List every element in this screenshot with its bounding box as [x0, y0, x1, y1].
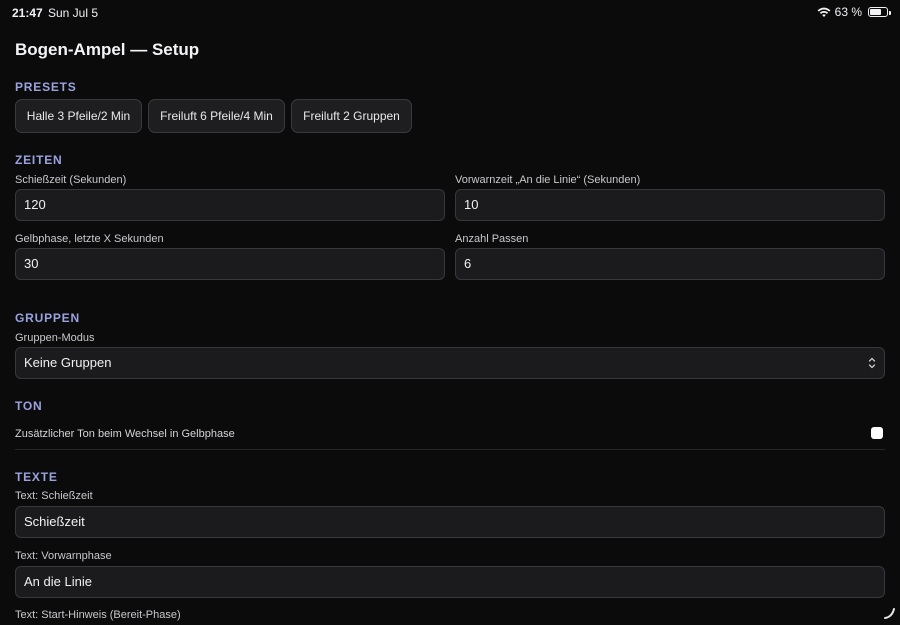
gruppen-modus-label: Gruppen-Modus — [15, 332, 95, 344]
text-vorwarnphase-label: Text: Vorwarnphase — [15, 550, 112, 562]
preset-button-freiluft-gruppen[interactable]: Freiluft 2 Gruppen — [291, 99, 412, 133]
gruppen-modus-value: Keine Gruppen — [24, 355, 112, 370]
vorwarnzeit-label: Vorwarnzeit „An die Linie“ (Sekunden) — [455, 174, 641, 186]
vorwarnzeit-input[interactable]: 10 — [455, 189, 885, 221]
status-time: 21:47 — [12, 6, 43, 20]
text-schiesszeit-label: Text: Schießzeit — [15, 490, 93, 502]
battery-percent: 63 % — [834, 5, 862, 19]
text-vorwarnphase-input[interactable]: An die Linie — [15, 566, 885, 598]
status-indicators: 63 % — [817, 5, 891, 19]
texte-section-title: TEXTE — [15, 470, 58, 484]
schiesszeit-label: Schießzeit (Sekunden) — [15, 174, 127, 186]
gelbphase-label: Gelbphase, letzte X Sekunden — [15, 233, 164, 245]
battery-icon — [868, 7, 891, 17]
gelbphase-input[interactable]: 30 — [15, 248, 445, 280]
status-date: Sun Jul 5 — [48, 6, 99, 20]
preset-button-halle[interactable]: Halle 3 Pfeile/2 Min — [15, 99, 142, 133]
battery-fill — [870, 9, 881, 15]
status-bar: 21:47 Sun Jul 5 63 % — [0, 0, 900, 24]
page-title: Bogen-Ampel — Setup — [15, 40, 200, 59]
preset-button-freiluft-6[interactable]: Freiluft 6 Pfeile/4 Min — [148, 99, 285, 133]
gruppen-modus-select[interactable]: Keine Gruppen — [15, 347, 885, 379]
anzahl-passen-label: Anzahl Passen — [455, 233, 529, 245]
schiesszeit-input[interactable]: 120 — [15, 189, 445, 221]
gruppen-section-title: GRUPPEN — [15, 311, 80, 325]
divider — [15, 449, 885, 450]
chevron-up-down-icon — [868, 357, 876, 369]
wifi-icon — [817, 7, 831, 17]
gelbphase-ton-checkbox[interactable] — [871, 427, 883, 439]
presets-section-title: PRESETS — [15, 80, 77, 94]
resize-handle-icon[interactable] — [882, 606, 896, 620]
zeiten-section-title: ZEITEN — [15, 153, 63, 167]
text-schiesszeit-input[interactable]: Schießzeit — [15, 506, 885, 538]
text-start-hinweis-label: Text: Start-Hinweis (Bereit-Phase) — [15, 609, 181, 621]
anzahl-passen-input[interactable]: 6 — [455, 248, 885, 280]
gelbphase-ton-label: Zusätzlicher Ton beim Wechsel in Gelbpha… — [15, 428, 235, 440]
ton-section-title: TON — [15, 399, 43, 413]
